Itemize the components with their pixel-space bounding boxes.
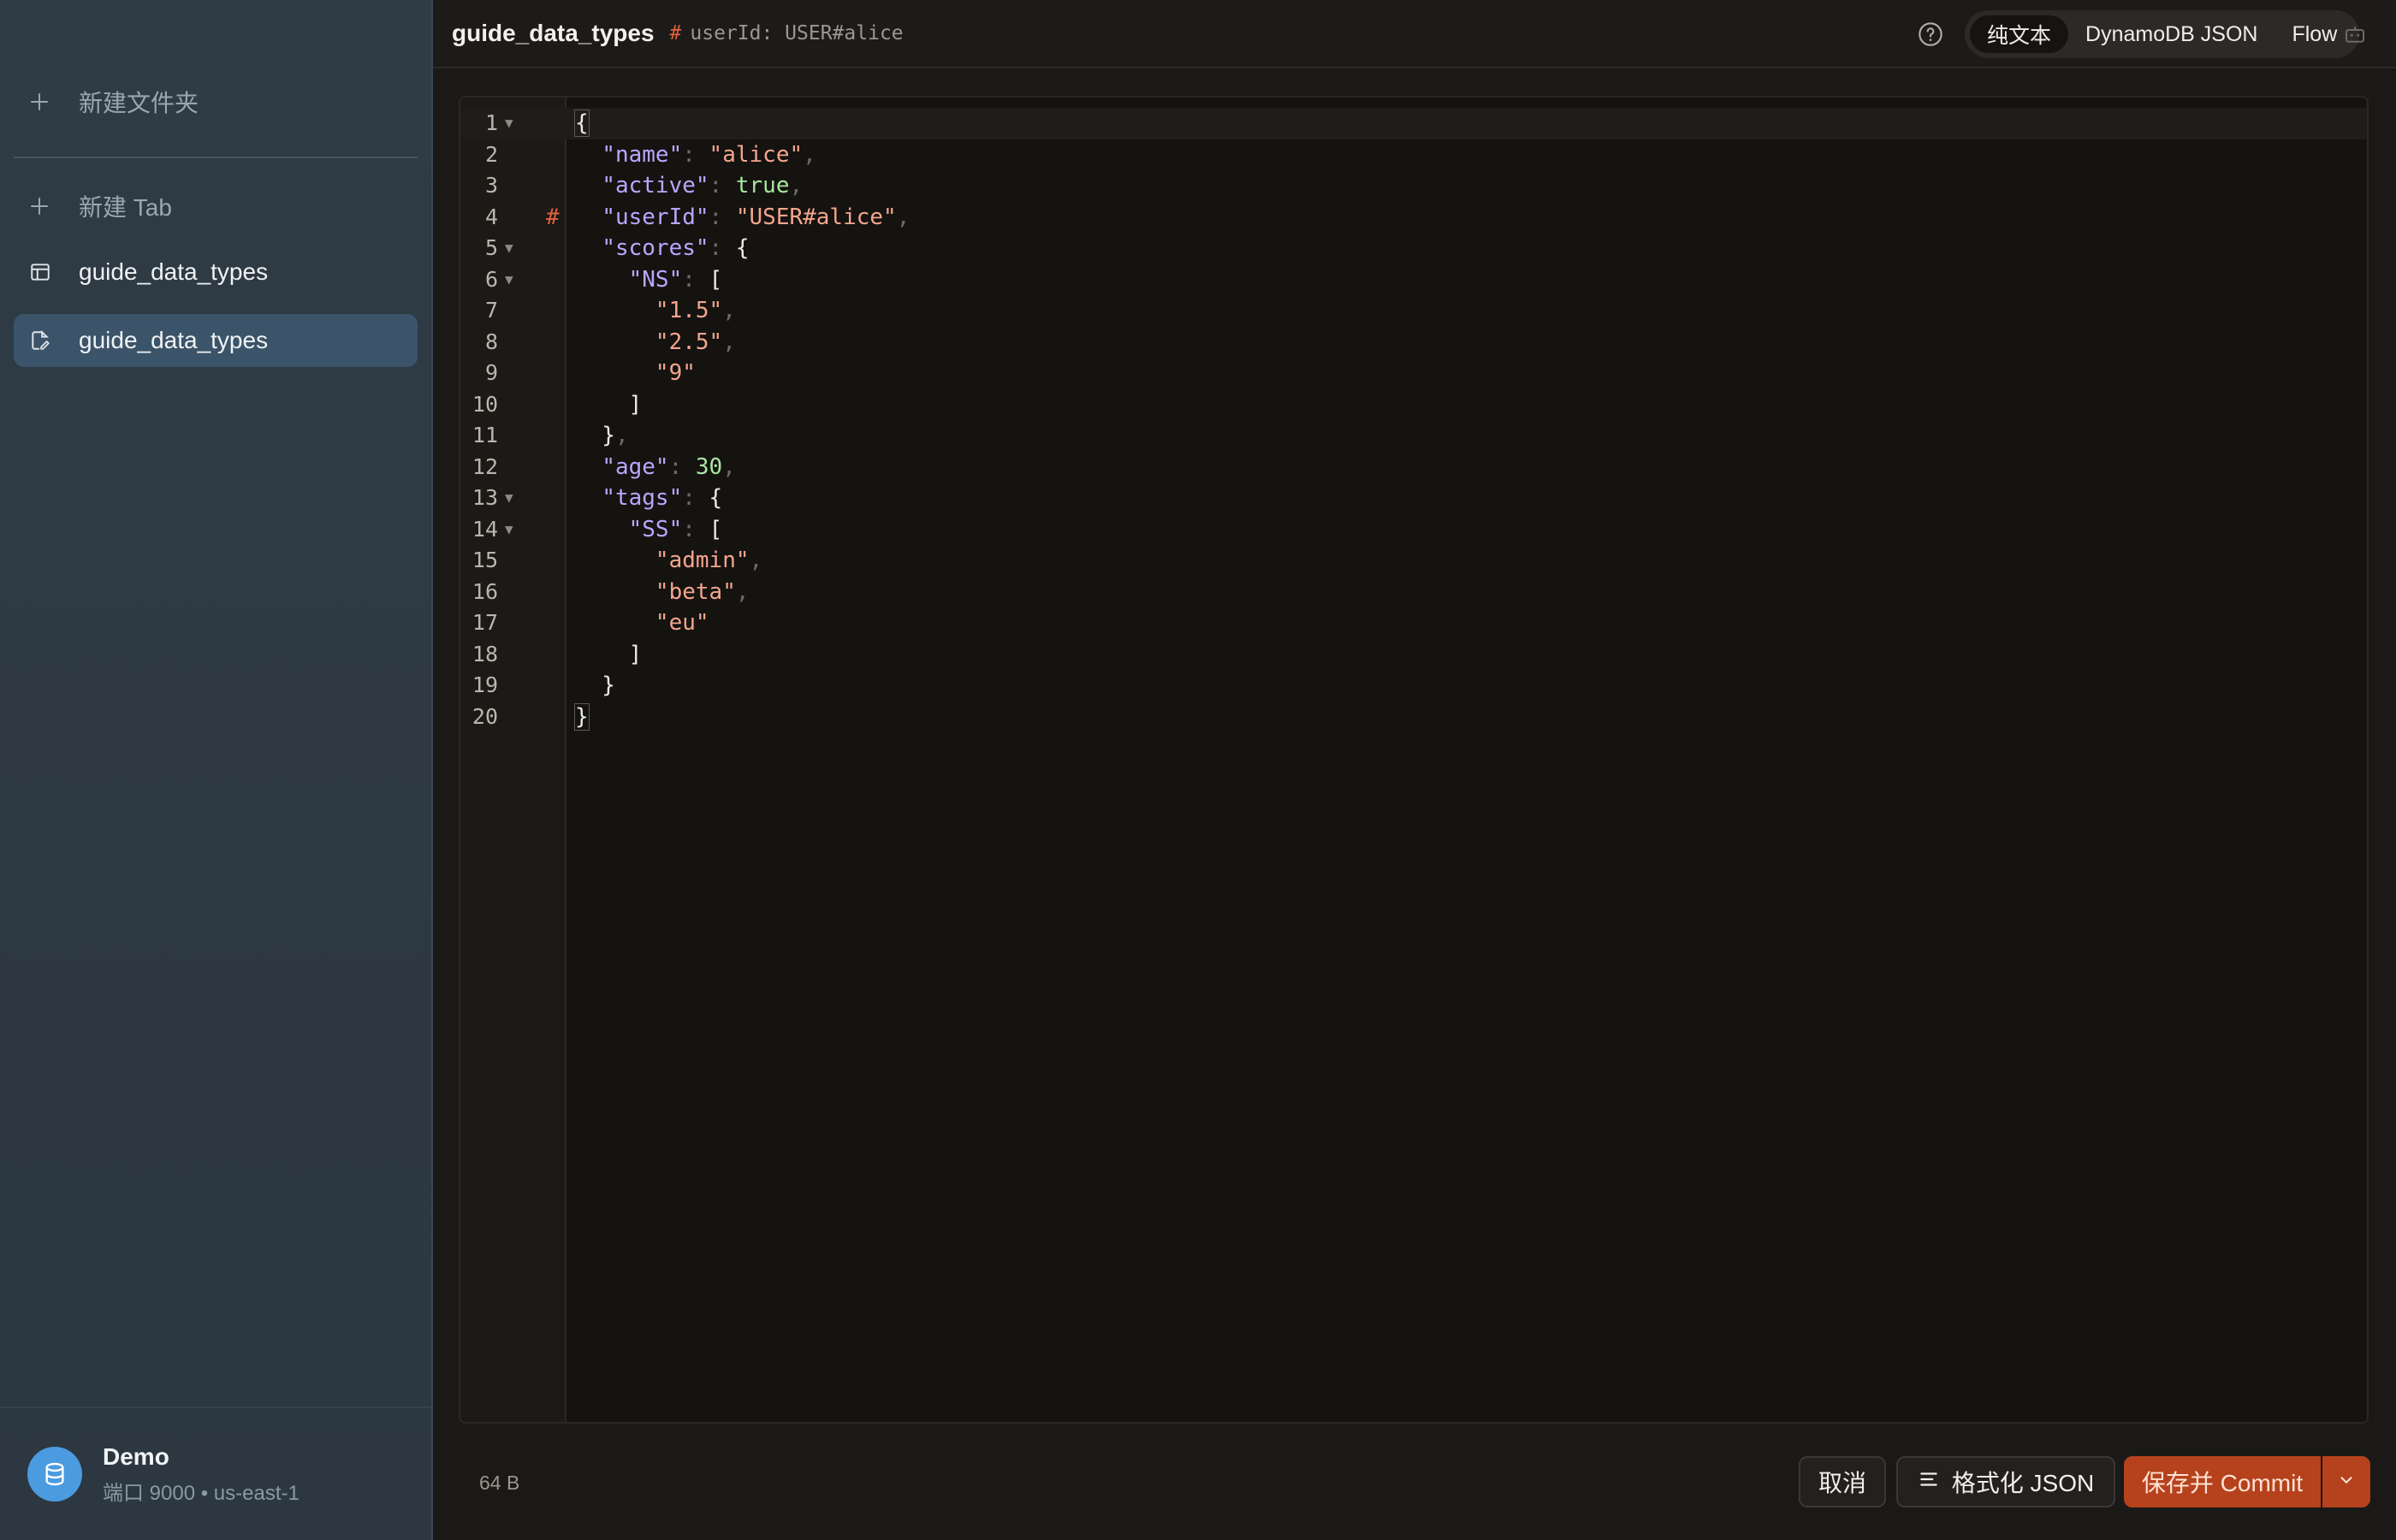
line-number: 9: [484, 360, 498, 385]
line-number: 14: [471, 516, 498, 542]
sidebar-divider: [14, 157, 418, 158]
save-commit-button[interactable]: 保存并 Commit: [2124, 1456, 2321, 1507]
fold-toggle-icon[interactable]: ▼: [505, 108, 513, 139]
mode-dynamodb-json[interactable]: DynamoDB JSON: [2068, 15, 2274, 53]
line-number: 18: [471, 641, 498, 666]
header-bar: guide_data_types # userId: USER#alice 纯文本…: [433, 0, 2396, 68]
line-number: 15: [471, 548, 498, 572]
line-number: 6: [484, 266, 498, 292]
line-number: 12: [471, 453, 498, 479]
code-lines: 1{▼ 2 "name": "alice", 3 "active": true,…: [460, 108, 2367, 732]
code-line: 20}: [460, 702, 2367, 733]
view-mode-switch: 纯文本 DynamoDB JSON Flow: [1965, 10, 2360, 58]
sidebar-item-document[interactable]: guide_data_types: [14, 314, 418, 367]
line-number: 5: [484, 235, 498, 260]
table-icon: [29, 261, 60, 283]
cancel-button[interactable]: 取消: [1799, 1456, 1886, 1507]
code-line: 4 "userId": "USER#alice", #: [460, 202, 2367, 234]
fold-toggle-icon[interactable]: ▼: [505, 483, 513, 514]
item-key: # userId: USER#alice: [670, 22, 904, 44]
line-number: 1: [484, 110, 498, 135]
connection-info[interactable]: Demo 端口 9000 • us-east-1: [0, 1407, 431, 1540]
line-number: 10: [471, 391, 498, 417]
sidebar-item-label: guide_data_types: [79, 258, 269, 285]
connection-detail: 端口 9000 • us-east-1: [103, 1481, 300, 1505]
code-line: 10 ]: [460, 389, 2367, 421]
key-marker-icon: #: [546, 204, 560, 230]
code-line: 17 "eu": [460, 607, 2367, 639]
align-left-icon: [1918, 1468, 1940, 1496]
code-line: 14 "SS": [▼: [460, 514, 2367, 546]
code-line: 3 "active": true,: [460, 170, 2367, 202]
code-line: 13 "tags": {▼: [460, 483, 2367, 514]
code-line: 7 "1.5",: [460, 295, 2367, 327]
sidebar-item-label: guide_data_types: [79, 327, 269, 353]
code-line: 16 "beta",: [460, 577, 2367, 608]
code-line: 8 "2.5",: [460, 327, 2367, 358]
line-number: 19: [471, 672, 498, 697]
robot-icon[interactable]: [2338, 17, 2372, 51]
line-number: 16: [471, 578, 498, 604]
code-line: 18 ]: [460, 639, 2367, 671]
code-line: 19 }: [460, 670, 2367, 702]
code-line: 15 "admin",: [460, 545, 2367, 577]
line-number: 8: [484, 329, 498, 354]
line-number: 17: [471, 610, 498, 635]
sidebar-item-table[interactable]: guide_data_types: [14, 246, 418, 299]
new-tab-button[interactable]: 新建 Tab: [14, 180, 418, 233]
line-number: 4: [484, 204, 498, 229]
code-line: 2 "name": "alice",: [460, 139, 2367, 171]
new-folder-button[interactable]: 新建文件夹: [14, 75, 418, 128]
code-line: 12 "age": 30,: [460, 452, 2367, 483]
fold-toggle-icon[interactable]: ▼: [505, 264, 513, 296]
line-number: 11: [471, 423, 498, 447]
database-icon: [27, 1447, 82, 1502]
code-line: 11 },: [460, 420, 2367, 452]
line-number: 3: [484, 173, 498, 198]
connection-name: Demo: [103, 1442, 169, 1470]
page-title: guide_data_types: [452, 20, 655, 46]
format-json-label: 格式化 JSON: [1951, 1470, 2095, 1496]
help-icon[interactable]: [1913, 17, 1948, 51]
mode-plain-text[interactable]: 纯文本: [1970, 15, 2069, 53]
code-line: 9 "9": [460, 358, 2367, 389]
new-tab-label: 新建 Tab: [79, 194, 172, 221]
chevron-down-icon: [2337, 1468, 2356, 1496]
line-number: 7: [484, 298, 498, 323]
code-line: 6 "NS": [▼: [460, 264, 2367, 296]
document-edit-icon: [29, 329, 60, 352]
item-key-text: userId: USER#alice: [690, 22, 904, 44]
json-editor[interactable]: 1{▼ 2 "name": "alice", 3 "active": true,…: [459, 96, 2369, 1424]
line-number: 2: [484, 141, 498, 167]
save-options-dropdown[interactable]: [2322, 1456, 2370, 1507]
sidebar: 新建文件夹 新建 Tab guide_data_types guide_data…: [0, 0, 433, 1540]
line-number: 20: [471, 703, 498, 729]
code-line: 1{▼: [460, 108, 2367, 139]
hash-icon: #: [669, 22, 682, 44]
plus-icon: [29, 92, 60, 112]
document-size: 64 B: [479, 1472, 520, 1494]
plus-icon: [29, 196, 60, 216]
fold-toggle-icon[interactable]: ▼: [505, 233, 513, 264]
format-json-button[interactable]: 格式化 JSON: [1896, 1456, 2115, 1507]
code-line: 5 "scores": {▼: [460, 233, 2367, 264]
new-folder-label: 新建文件夹: [79, 90, 199, 116]
editor-footer: 64 B 取消 格式化 JSON 保存并 Commit: [433, 1424, 2396, 1540]
line-number: 13: [471, 485, 498, 510]
fold-toggle-icon[interactable]: ▼: [505, 514, 513, 546]
